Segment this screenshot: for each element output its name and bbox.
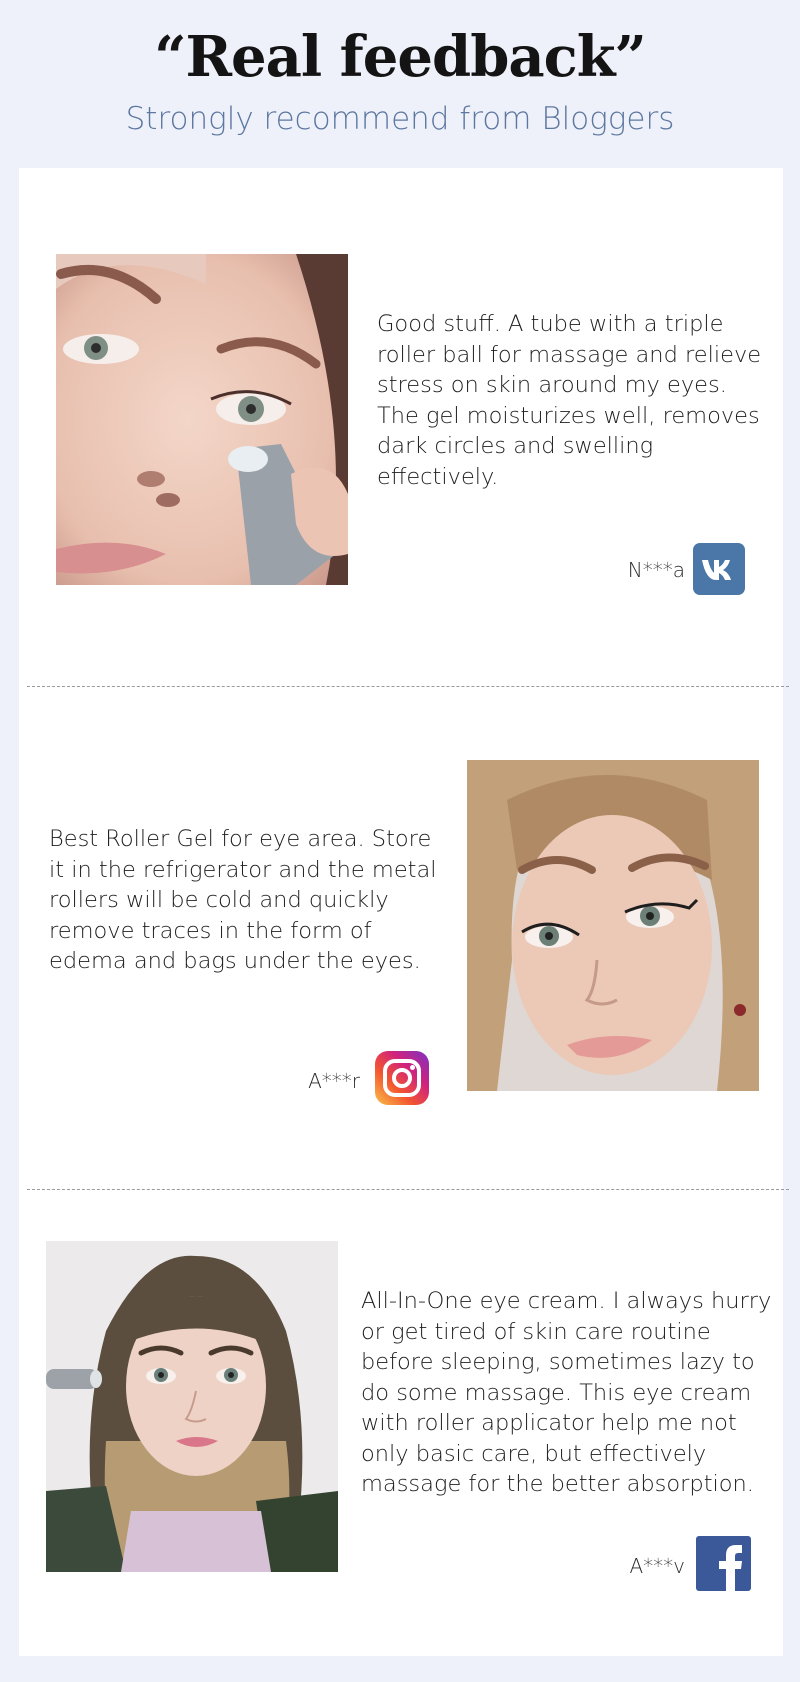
review-photo-2 bbox=[467, 760, 759, 1091]
facebook-icon[interactable] bbox=[696, 1536, 751, 1591]
section-divider-1 bbox=[27, 686, 789, 687]
review-photo-1-image bbox=[56, 254, 348, 585]
page-subtitle: Strongly recommend from Bloggers bbox=[125, 101, 675, 137]
review-photo-2-image bbox=[467, 760, 759, 1091]
review-photo-3 bbox=[46, 1241, 338, 1572]
review-photo-3-image bbox=[46, 1241, 338, 1572]
vk-icon[interactable] bbox=[693, 543, 745, 595]
review-author-2: A***r bbox=[308, 1069, 360, 1093]
review-text-2: Best Roller Gel for eye area. Store it i… bbox=[49, 826, 437, 974]
review-photo-1 bbox=[56, 254, 348, 585]
review-author-1: N***a bbox=[627, 558, 685, 582]
review-text-1: Good stuff. A tube with a triple roller … bbox=[377, 311, 762, 490]
page-title: “Real feedback” bbox=[154, 24, 647, 90]
review-author-3: A***v bbox=[629, 1554, 685, 1578]
review-text-3: All-In-One eye cream. I always hurry or … bbox=[361, 1288, 772, 1497]
instagram-icon[interactable] bbox=[375, 1051, 429, 1105]
section-divider-2 bbox=[27, 1189, 789, 1190]
